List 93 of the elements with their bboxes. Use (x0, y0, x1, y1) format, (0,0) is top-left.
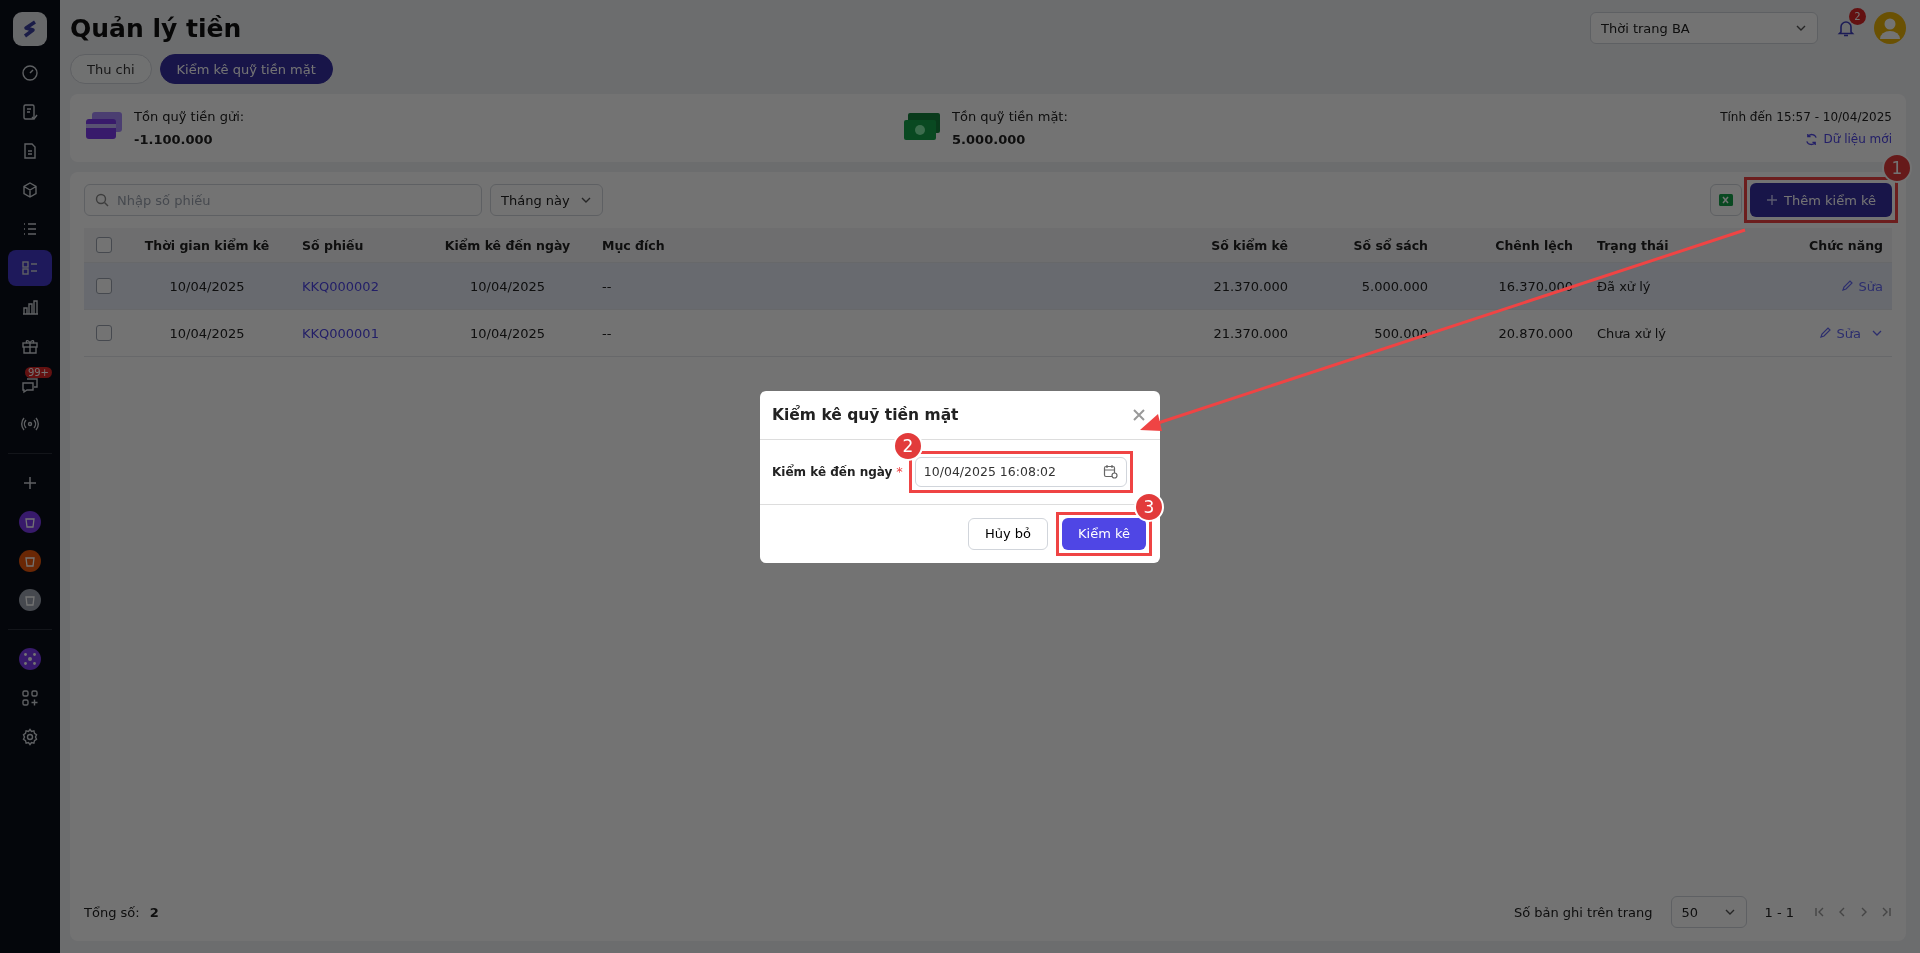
broadcast-icon (21, 415, 39, 433)
plus-icon (1766, 194, 1778, 206)
field-label: Kiểm kê đến ngày (772, 464, 893, 479)
step-number: 1 (1882, 153, 1912, 183)
doc-check-icon (21, 103, 39, 121)
column-header: Số sổ sách (1352, 237, 1429, 253)
sidebar-item[interactable] (8, 250, 52, 286)
table-row[interactable]: 10/04/2025 KKQ000002 10/04/2025 -- 21.370.000 5.000.000 16.370.000 Đã xử lý Sửa (84, 263, 1892, 310)
refresh-icon (1805, 132, 1819, 146)
summary-value: 5.000.000 (952, 132, 1027, 147)
table-cell-text: 10/04/2025 (168, 278, 246, 294)
checkbox[interactable] (96, 325, 112, 341)
column-header: Mục đích (601, 237, 666, 253)
step-number: 2 (892, 430, 923, 461)
page-size-label: Số bản ghi trên trang (1513, 904, 1653, 920)
notification-button[interactable]: 2 (1836, 8, 1866, 38)
summary-label: Tồn quỹ tiền mặt: (952, 109, 1068, 124)
table-cell-text: 500.000 (1373, 325, 1429, 341)
document-icon (21, 142, 39, 160)
summary-label: Tồn quỹ tiền gửi: (134, 109, 245, 124)
edit-link[interactable]: Sửa (1818, 325, 1861, 341)
table-cell-text: 10/04/2025 (469, 325, 546, 341)
pencil-icon (1818, 327, 1831, 339)
excel-export-button[interactable] (1710, 184, 1742, 216)
required-mark: * (896, 464, 903, 479)
checkbox[interactable] (96, 278, 112, 294)
chart-icon (21, 298, 39, 316)
sidebar-item[interactable]: 99+ (8, 367, 52, 403)
shop-icon (19, 550, 41, 572)
add-inventory-button[interactable]: Thêm kiểm kê (1750, 183, 1892, 217)
spreadsheet-icon (1718, 192, 1734, 208)
cancel-button[interactable]: Hủy bỏ (967, 517, 1048, 550)
voucher-link[interactable]: KKQ000002 (290, 278, 425, 294)
page-title: Quản lý tiền (70, 13, 242, 43)
table-cell-text: 10/04/2025 (469, 278, 546, 294)
confirm-button[interactable]: Kiểm kê (1062, 517, 1146, 550)
avatar-icon[interactable] (1874, 12, 1906, 44)
checkbox[interactable] (96, 237, 112, 253)
date-field[interactable]: 10/04/2025 16:08:02 (914, 456, 1127, 487)
first-page-icon[interactable] (1814, 906, 1826, 918)
as-of-text: Tính đến 15:57 - 10/04/2025 (1720, 110, 1892, 124)
column-header: Trạng thái (1596, 237, 1670, 253)
page-size-select[interactable]: 50 (1670, 896, 1747, 928)
column-header: Số kiểm kê (1210, 237, 1289, 253)
shop-icon (19, 511, 41, 533)
list-icon (21, 220, 39, 238)
step-number: 3 (1134, 491, 1164, 522)
count-badge: 99+ (24, 367, 52, 378)
edit-link[interactable]: Sửa (1840, 278, 1883, 294)
table-cell-text: 21.370.000 (1212, 278, 1289, 294)
total-label: Tổng số: (84, 904, 140, 920)
table-cell-text: 5.000.000 (1360, 278, 1429, 294)
period-select[interactable]: Tháng này (490, 184, 603, 216)
notification-badge: 2 (1849, 8, 1866, 25)
apps-icon (21, 689, 39, 707)
column-header: Kiểm kê đến ngày (443, 237, 572, 253)
bell-icon (1836, 18, 1856, 38)
calendar-icon (1102, 464, 1118, 479)
column-header: Số phiếu (301, 237, 365, 253)
table-cell-text: Đã xử lý (1596, 278, 1652, 294)
gift-icon (21, 337, 39, 355)
chat-icon (21, 376, 39, 394)
pencil-icon (1840, 280, 1853, 292)
table-cell-text: Chưa xử lý (1596, 325, 1668, 341)
total-count: 2 (149, 904, 159, 920)
table-cell-text: 21.370.000 (1212, 325, 1289, 341)
box-icon (21, 181, 39, 199)
tab[interactable]: Thu chi (70, 54, 152, 84)
page-range: 1 - 1 (1764, 904, 1794, 920)
column-header: Chênh lệch (1494, 237, 1574, 253)
table-cell-text: 10/04/2025 (168, 325, 246, 341)
close-icon[interactable] (1132, 407, 1146, 422)
network-icon (19, 648, 41, 670)
column-header: Chức năng (1808, 237, 1884, 253)
logo-icon[interactable] (13, 12, 47, 46)
search-icon (95, 193, 109, 207)
summary-value: -1.100.000 (134, 132, 214, 147)
table-cell-text: 20.870.000 (1497, 325, 1574, 341)
refresh-link[interactable]: Dữ liệu mới (1805, 132, 1892, 146)
column-header: Thời gian kiểm kê (143, 237, 271, 253)
last-page-icon[interactable] (1880, 906, 1892, 918)
store-select[interactable]: Thời trang BA (1590, 12, 1818, 44)
voucher-link[interactable]: KKQ000001 (290, 325, 425, 341)
tab[interactable]: Kiểm kê quỹ tiền mặt (159, 54, 333, 84)
dialog-title: Kiểm kê quỹ tiền mặt (772, 405, 959, 424)
grid-list-icon (21, 259, 39, 277)
table-cell-text: -- (601, 278, 613, 294)
gauge-icon (21, 64, 39, 82)
table-cell-text: 16.370.000 (1497, 278, 1574, 294)
shop-icon (19, 589, 41, 611)
settings-icon (21, 728, 39, 746)
plus-icon (23, 476, 37, 490)
table-cell-text: -- (601, 325, 613, 341)
